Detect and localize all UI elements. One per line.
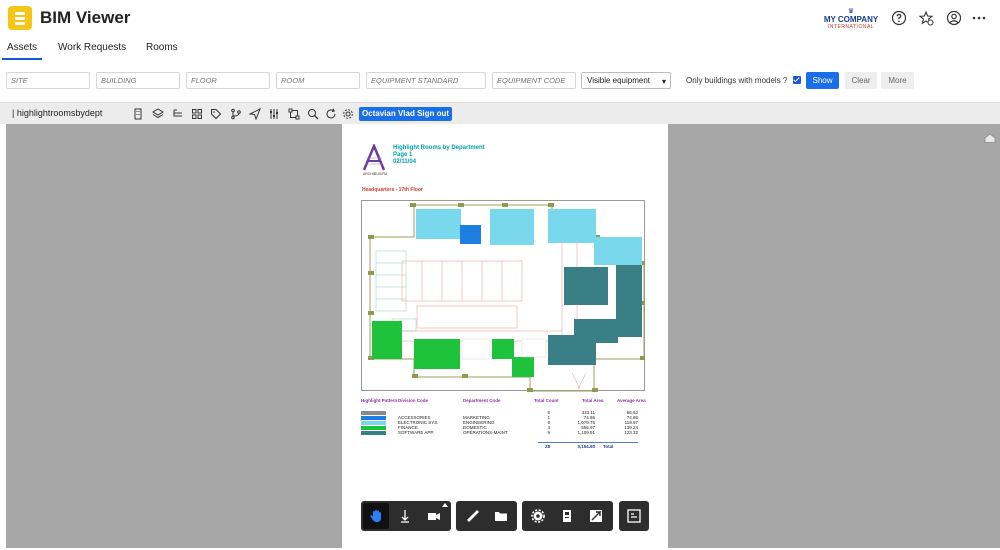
equipment-code-input[interactable] [492, 72, 576, 89]
building-input[interactable] [96, 72, 180, 89]
dolly-icon[interactable] [398, 509, 412, 523]
clear-button[interactable]: Clear [845, 72, 877, 89]
user-icon[interactable] [946, 10, 962, 26]
fullscreen-icon[interactable] [589, 509, 603, 523]
col-pattern: Highlight Pattern [361, 398, 398, 403]
total-count: 28 [544, 444, 550, 449]
pan-hand-icon[interactable] [369, 509, 383, 523]
floor-label: Headquarters - 17th Floor [362, 187, 423, 193]
tab-bar: Assets Work Requests Rooms [0, 38, 1000, 64]
legend-swatch [361, 421, 386, 425]
model-browser-icon[interactable] [560, 509, 574, 523]
visibility-select-value: Visible equipment [587, 76, 651, 85]
camera-icon[interactable] [427, 509, 441, 523]
tree-list-icon[interactable] [172, 108, 184, 120]
tab-label: Rooms [146, 42, 178, 53]
report-date: 02/11/04 [393, 159, 417, 165]
equipment-standard-input[interactable] [366, 72, 486, 89]
legend-swatch [361, 426, 386, 430]
zoom-icon[interactable] [307, 108, 319, 120]
tab-assets[interactable]: Assets [7, 42, 37, 64]
settings-icon[interactable] [342, 108, 354, 120]
site-input[interactable] [6, 72, 90, 89]
app-title: BIM Viewer [40, 8, 131, 27]
archibus-logo-icon [362, 144, 386, 171]
properties-icon[interactable] [627, 509, 641, 523]
row-area: 1,109.91 [577, 430, 595, 435]
frame-icon[interactable] [288, 108, 300, 120]
signout-button[interactable]: Octavian Vlad Sign out [359, 107, 452, 121]
tab-rooms[interactable]: Rooms [146, 42, 178, 64]
show-button[interactable]: Show [806, 72, 839, 89]
floor-plan[interactable] [361, 200, 645, 392]
company-tagline: INTERNATIONAL [827, 24, 875, 30]
room-input[interactable] [276, 72, 360, 89]
only-models-label: Only buildings with models ? [686, 76, 788, 85]
grid-icon[interactable] [191, 108, 203, 120]
navigation-tools [361, 501, 451, 531]
row-count: 9 [547, 430, 550, 435]
total-label: Total [603, 444, 614, 449]
legend-swatch [361, 411, 386, 415]
legend-swatch [361, 431, 386, 435]
app-header: BIM Viewer ♛ MY COMPANY INTERNATIONAL [0, 0, 1000, 36]
company-logo: ♛ MY COMPANY INTERNATIONAL [820, 8, 882, 31]
more-button[interactable]: More [881, 72, 914, 89]
only-models-checkbox[interactable] [793, 76, 801, 84]
legend-swatch [361, 416, 386, 420]
favorite-star-icon[interactable] [918, 10, 934, 26]
visibility-select[interactable]: Visible equipment ▾ [581, 72, 671, 89]
filter-bar: Visible equipment ▾ Only buildings with … [0, 70, 1000, 92]
send-icon[interactable] [249, 108, 261, 120]
viewer-toolbar: | highlightroomsbydept Octavian Vlad Sig… [0, 102, 1000, 124]
active-tab-indicator [2, 58, 42, 60]
col-area: Total Area [582, 398, 604, 403]
refresh-icon[interactable] [325, 108, 337, 120]
folder-icon[interactable] [494, 509, 508, 523]
help-icon[interactable] [891, 10, 907, 26]
chevron-down-icon: ▾ [661, 77, 666, 86]
col-division: Division Code [398, 398, 429, 403]
settings-tools [522, 501, 613, 531]
properties-tools [619, 501, 649, 531]
more-horizontal-icon[interactable] [971, 10, 987, 26]
col-avg: Average Area [617, 398, 646, 403]
tab-work-requests[interactable]: Work Requests [58, 42, 126, 64]
settings-icon[interactable] [531, 509, 545, 523]
total-area: 3,154.60 [577, 444, 595, 449]
report-page-number: Page 1 [393, 152, 413, 158]
report-title: Highlight Rooms by Department [393, 145, 485, 151]
row-avg: 123.32 [624, 430, 638, 435]
tag-icon[interactable] [210, 108, 222, 120]
floor-input[interactable] [186, 72, 270, 89]
col-department: Department Code [463, 398, 501, 403]
logo-caption: ARCHIBUS/FM [362, 172, 388, 176]
totals-divider [538, 442, 638, 443]
row-department: OPERATIONS-MAINT [463, 430, 508, 435]
home-view-icon[interactable] [984, 133, 996, 143]
submenu-indicator-icon [442, 503, 448, 507]
floor-plan-drawing [368, 203, 645, 392]
row-division: SOFTWARE APP. [398, 430, 435, 435]
viewer-title: | highlightroomsbydept [12, 108, 103, 118]
tab-label: Assets [7, 42, 38, 53]
layers-icon[interactable] [152, 108, 164, 120]
app-logo-icon [8, 6, 32, 30]
col-count: Total Count [534, 398, 559, 403]
building-icon[interactable] [132, 108, 144, 120]
measure-icon[interactable] [466, 509, 480, 523]
tab-label: Work Requests [58, 42, 127, 53]
sliders-icon[interactable] [268, 108, 280, 120]
company-name: MY COMPANY [823, 15, 879, 24]
measure-tools [456, 501, 517, 531]
branch-icon[interactable] [230, 108, 242, 120]
